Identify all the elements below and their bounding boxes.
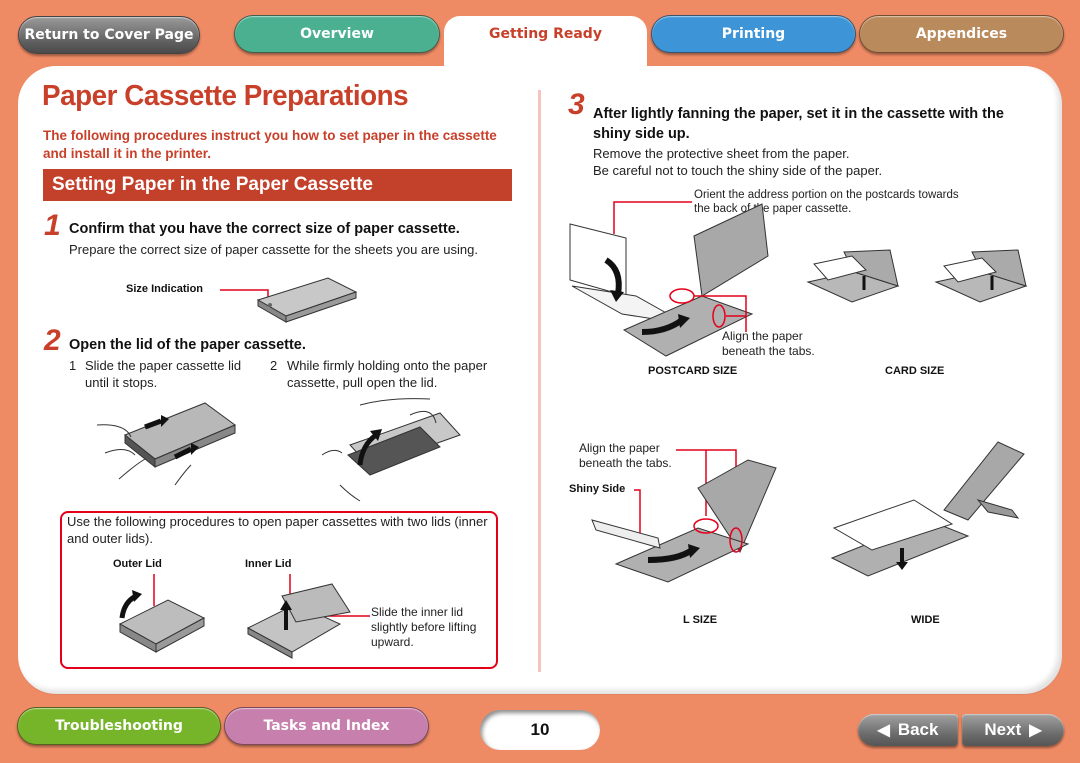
troubleshooting-button[interactable]: Troubleshooting (17, 707, 221, 745)
step-1-number: 1 (44, 209, 61, 242)
section-heading: Setting Paper in the Paper Cassette (43, 169, 512, 201)
return-to-cover-button[interactable]: Return to Cover Page (18, 16, 200, 54)
step-2-number: 2 (44, 324, 61, 357)
step-3-body-2: Be careful not to touch the shiny side o… (593, 163, 883, 178)
substep-1-number: 1 (69, 358, 77, 373)
l-size-illustration (591, 449, 777, 583)
step-3-body-1: Remove the protective sheet from the pap… (593, 146, 850, 161)
tab-printing[interactable]: Printing (651, 15, 856, 53)
outer-lid-illustration (118, 574, 206, 653)
intro-text: The following procedures instruct you ho… (43, 128, 497, 161)
substep-2-number: 2 (270, 358, 278, 373)
step-3-number: 3 (568, 88, 585, 121)
substep-2-text: While firmly holding onto the paper cass… (287, 358, 488, 390)
triangle-right-icon: ▶ (1029, 722, 1042, 739)
cassette-size-illustration (220, 277, 358, 323)
tab-appendices[interactable]: Appendices (859, 15, 1064, 53)
inner-lid-label: Inner Lid (245, 558, 292, 570)
back-button[interactable]: ◀ Back (858, 714, 958, 746)
inner-lid-note: Slide the inner lid slightly before lift… (371, 605, 477, 649)
tasks-and-index-button[interactable]: Tasks and Index (224, 707, 429, 745)
pull-lid-illustration (321, 398, 461, 502)
caption-card-size: CARD SIZE (885, 365, 945, 377)
align-tabs-note: Align the paper beneath the tabs. (722, 329, 815, 358)
step-2-title: Open the lid of the paper cassette. (69, 337, 306, 353)
slide-lid-illustration (96, 402, 237, 486)
column-divider (538, 90, 541, 672)
step-1-title: Confirm that you have the correct size o… (69, 221, 460, 237)
card-size-illustration-2 (934, 249, 1028, 303)
page-number: 10 (480, 710, 600, 750)
substep-1-text: Slide the paper cassette lid until it st… (85, 358, 242, 390)
step-1-body: Prepare the correct size of paper casset… (69, 242, 478, 257)
wide-size-illustration (830, 441, 1025, 577)
inner-lid-illustration (246, 574, 370, 659)
step-3-title: After lightly fanning the paper, set it … (593, 106, 1004, 142)
caption-postcard-size: POSTCARD SIZE (648, 365, 738, 377)
outer-lid-label: Outer Lid (113, 558, 162, 570)
tab-overview[interactable]: Overview (234, 15, 440, 53)
page-title: Paper Cassette Preparations (42, 80, 409, 112)
card-size-illustration-1 (806, 249, 900, 303)
back-label: Back (897, 720, 939, 739)
next-button[interactable]: Next ▶ (962, 714, 1064, 746)
triangle-left-icon: ◀ (877, 722, 890, 739)
size-indication-label: Size Indication (126, 283, 204, 295)
caption-wide: WIDE (911, 614, 940, 626)
two-lid-note-text: Use the following procedures to open pap… (67, 514, 488, 546)
next-label: Next (984, 720, 1022, 739)
caption-l-size: L SIZE (683, 614, 718, 626)
